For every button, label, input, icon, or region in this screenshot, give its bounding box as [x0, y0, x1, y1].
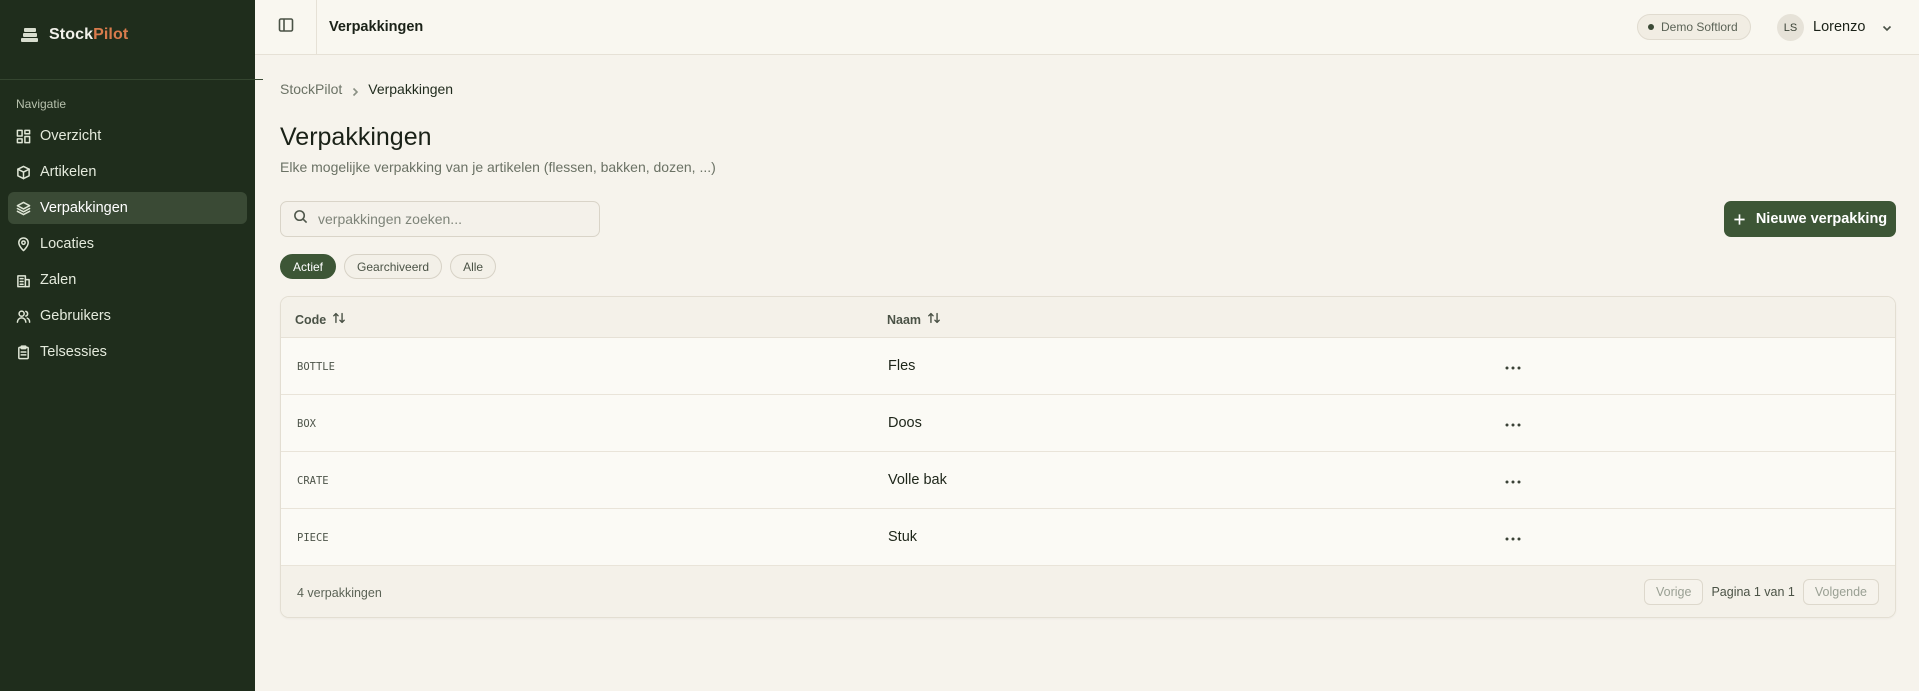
sidebar-item-locaties[interactable]: Locaties: [8, 228, 247, 260]
cell-code: PIECE: [297, 532, 329, 544]
table-row[interactable]: BOX Doos: [281, 395, 1895, 452]
top-bar-title: Verpakkingen: [329, 19, 424, 35]
pagination: Vorige Pagina 1 van 1 Volgende: [1644, 579, 1879, 605]
sidebar-item-verpakkingen[interactable]: Verpakkingen: [8, 192, 247, 224]
cell-name: Fles: [888, 358, 916, 374]
next-page-button[interactable]: Volgende: [1802, 579, 1879, 605]
column-header-code[interactable]: Code: [295, 311, 346, 328]
status-dot-icon: [1648, 24, 1654, 30]
more-horizontal-icon: [1505, 528, 1521, 546]
sidebar-item-label: Overzicht: [40, 128, 102, 144]
status-filter-group: Actief Gearchiveerd Alle: [280, 254, 497, 279]
box-icon: [16, 165, 31, 180]
avatar[interactable]: LS: [1777, 14, 1804, 41]
sidebar-toggle-button[interactable]: [255, 0, 317, 54]
search-box: [280, 201, 600, 237]
users-icon: [16, 309, 31, 324]
sidebar-item-label: Locaties: [40, 236, 95, 252]
sidebar-item-label: Gebruikers: [40, 308, 111, 324]
sidebar-divider: [0, 79, 255, 80]
more-horizontal-icon: [1505, 414, 1521, 432]
cell-code: BOX: [297, 418, 316, 430]
chevron-right-icon: [350, 84, 360, 97]
row-count: 4 verpakkingen: [297, 586, 382, 600]
filter-chip-actief[interactable]: Actief: [280, 254, 337, 279]
user-name[interactable]: Lorenzo: [1813, 19, 1865, 35]
page-indicator: Pagina 1 van 1: [1711, 585, 1795, 599]
sidebar-nav: Overzicht Artikelen Verpakkingen Locatie…: [8, 120, 247, 372]
sidebar-item-label: Telsessies: [40, 344, 107, 360]
table-footer: 4 verpakkingen Vorige Pagina 1 van 1 Vol…: [281, 566, 1895, 617]
panel-left-icon: [278, 17, 294, 38]
cell-code: BOTTLE: [297, 361, 335, 373]
column-header-naam[interactable]: Naam: [887, 311, 941, 328]
page-title: Verpakkingen: [280, 123, 432, 151]
sidebar: StockPilot Navigatie Overzicht Artikelen…: [0, 0, 255, 691]
breadcrumb-current: Verpakkingen: [368, 81, 454, 97]
table-header: Code Naam: [281, 297, 1895, 338]
sidebar-item-label: Verpakkingen: [40, 200, 128, 216]
search-icon: [293, 209, 318, 229]
dashboard-icon: [16, 129, 31, 144]
map-pin-icon: [16, 236, 31, 252]
breadcrumb: StockPilot Verpakkingen: [280, 81, 453, 97]
sidebar-item-overzicht[interactable]: Overzicht: [8, 120, 247, 152]
clipboard-icon: [16, 344, 31, 360]
sidebar-item-label: Artikelen: [40, 164, 97, 180]
search-input[interactable]: [318, 211, 588, 227]
top-bar: Verpakkingen Demo Softlord LS Lorenzo: [255, 0, 1919, 55]
sidebar-item-zalen[interactable]: Zalen: [8, 264, 247, 296]
brand-logo[interactable]: StockPilot: [20, 26, 128, 44]
prev-page-button[interactable]: Vorige: [1644, 579, 1704, 605]
new-packaging-label: Nieuwe verpakking: [1755, 211, 1888, 227]
cell-name: Stuk: [888, 529, 918, 545]
nav-section-label: Navigatie: [16, 97, 67, 111]
chevron-down-icon[interactable]: [1881, 21, 1893, 33]
breadcrumb-root-link[interactable]: StockPilot: [280, 81, 342, 97]
table-row[interactable]: CRATE Volle bak: [281, 452, 1895, 509]
row-actions-button[interactable]: [1502, 527, 1524, 547]
row-actions-button[interactable]: [1502, 470, 1524, 490]
plus-icon: [1733, 213, 1746, 226]
layers-icon: [16, 201, 31, 216]
cell-name: Doos: [888, 415, 922, 431]
table-row[interactable]: BOTTLE Fles: [281, 338, 1895, 395]
tenant-badge-label: Demo Softlord: [1661, 20, 1738, 34]
sidebar-item-label: Zalen: [40, 272, 77, 288]
sort-icon: [326, 311, 346, 328]
tenant-badge[interactable]: Demo Softlord: [1637, 14, 1751, 40]
cell-name: Volle bak: [888, 472, 947, 488]
page-subtitle: Elke mogelijke verpakking van je artikel…: [280, 159, 716, 175]
more-horizontal-icon: [1505, 471, 1521, 489]
table-row[interactable]: PIECE Stuk: [281, 509, 1895, 566]
stack-logo-icon: [20, 27, 40, 43]
row-actions-button[interactable]: [1502, 413, 1524, 433]
sidebar-item-gebruikers[interactable]: Gebruikers: [8, 300, 247, 332]
packaging-table: Code Naam BOTTLE Fles BOX Doos CRATE Vol…: [280, 296, 1896, 618]
sort-icon: [921, 311, 941, 328]
brand-name: StockPilot: [49, 26, 129, 43]
filter-chip-gearchiveerd[interactable]: Gearchiveerd: [344, 254, 443, 279]
building-icon: [16, 273, 31, 288]
filter-chip-alle[interactable]: Alle: [450, 254, 497, 279]
new-packaging-button[interactable]: Nieuwe verpakking: [1724, 201, 1896, 237]
row-actions-button[interactable]: [1502, 356, 1524, 376]
divider: [255, 79, 263, 80]
sidebar-item-artikelen[interactable]: Artikelen: [8, 156, 247, 188]
sidebar-item-telsessies[interactable]: Telsessies: [8, 336, 247, 368]
more-horizontal-icon: [1505, 357, 1521, 375]
cell-code: CRATE: [297, 475, 329, 487]
